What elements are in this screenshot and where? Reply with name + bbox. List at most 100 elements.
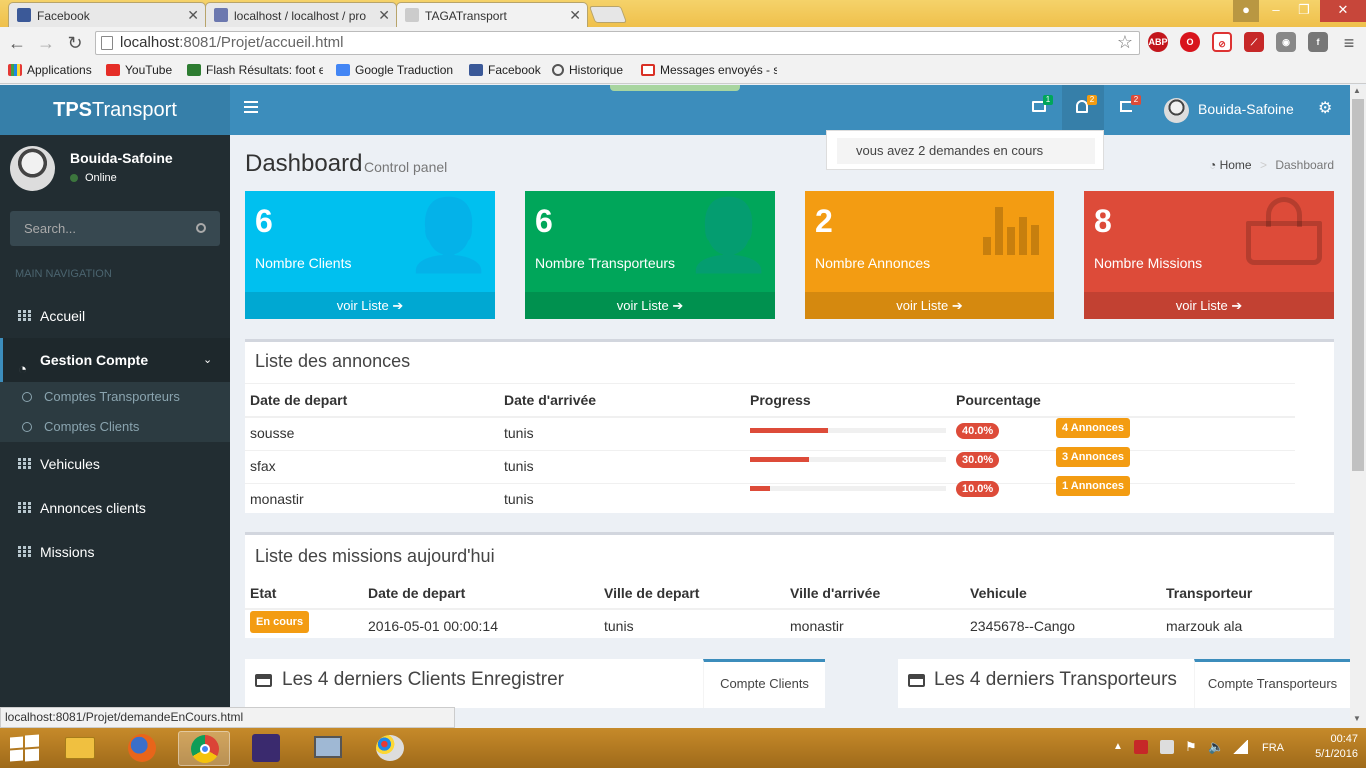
eclipse-icon[interactable] [240, 731, 292, 766]
close-window-button[interactable]: ✕ [1320, 0, 1366, 22]
explorer-icon[interactable] [54, 731, 106, 766]
bookmark-gmail[interactable]: Messages envoyés - s [641, 60, 777, 80]
annonces-count-badge: 3 Annonces [1056, 447, 1130, 467]
tray-volume-icon[interactable]: 🔈 [1208, 739, 1224, 755]
app-logo[interactable]: TPSTransport [0, 85, 230, 135]
new-tab-button[interactable] [588, 6, 628, 23]
user-plus-icon: 👤 [405, 196, 493, 274]
sidebar-item-gestion-compte[interactable]: ◔ Gestion Compte ⌄ [0, 338, 230, 382]
tab-title: TAGATransport [425, 9, 507, 23]
windows-start-icon[interactable] [10, 734, 40, 762]
sidebar-subitem-comptes-clients[interactable]: Comptes Clients [0, 412, 230, 442]
header-avatar[interactable] [1164, 98, 1189, 123]
column-header: Pourcentage [956, 392, 1041, 408]
grid-icon [18, 546, 31, 558]
scroll-down-icon[interactable]: ▼ [1353, 714, 1361, 723]
online-dot-icon [70, 174, 78, 182]
sidebar-item-vehicules[interactable]: Vehicules [0, 442, 230, 486]
facebook-ext-icon[interactable]: f [1308, 32, 1328, 52]
cell-transporteur: marzouk ala [1166, 618, 1243, 634]
bookmark-historique[interactable]: Historique [552, 60, 623, 80]
sidebar-subitem-comptes-transporteurs[interactable]: Comptes Transporteurs [0, 382, 230, 412]
bookmark-facebook[interactable]: Facebook [469, 60, 541, 80]
bookmark-applications[interactable]: Applications [8, 60, 92, 80]
column-header: Transporteur [1166, 585, 1253, 601]
adblock-icon[interactable]: ABP [1148, 32, 1168, 52]
reload-icon[interactable]: ↻ [64, 32, 86, 54]
breadcrumb-current: Dashboard [1275, 158, 1335, 172]
stat-label: Nombre Annonces [815, 255, 931, 271]
sidebar-item-annonces-clients[interactable]: Annonces clients [0, 486, 230, 530]
voir-liste-link[interactable]: voir Liste ➔ [805, 292, 1054, 319]
menu-icon[interactable]: ≡ [1338, 32, 1360, 54]
stat-box-missions: 8 Nombre Missions voir Liste ➔ [1084, 191, 1334, 319]
tray-expand-icon[interactable]: ▲ [1113, 741, 1123, 752]
column-header: Date de depart [250, 392, 348, 408]
scroll-up-icon[interactable]: ▲ [1353, 86, 1361, 95]
voir-liste-link[interactable]: voir Liste ➔ [525, 292, 775, 319]
user-plus-icon: 👤 [685, 196, 773, 274]
stat-value: 6 [255, 203, 273, 239]
sidebar-item-missions[interactable]: Missions [0, 530, 230, 574]
minimize-button[interactable]: – [1262, 0, 1290, 22]
sidebar-toggle-icon[interactable] [244, 101, 258, 113]
column-header: Date d'arrivée [504, 392, 597, 408]
pdf-icon[interactable]: ⟋ [1244, 32, 1264, 52]
voir-liste-link[interactable]: voir Liste ➔ [245, 292, 495, 319]
forward-icon[interactable]: → [35, 32, 57, 54]
bookmark-google-traduction[interactable]: Google Traduction [336, 60, 453, 80]
column-header: Etat [250, 585, 277, 601]
tray-language[interactable]: FRA [1262, 742, 1284, 754]
cell-date: 2016-05-01 00:00:14 [368, 618, 498, 634]
bell-count: 2 [1087, 95, 1097, 105]
mail-count: 1 [1043, 95, 1053, 105]
block-icon[interactable]: ⊘ [1212, 32, 1232, 52]
star-icon[interactable]: ☆ [1117, 31, 1133, 53]
column-header: Ville d'arrivée [790, 585, 881, 601]
tab-phpmyadmin[interactable]: localhost / localhost / pro ✕ [205, 2, 397, 27]
tab-tagatransport[interactable]: TAGATransport ✕ [396, 2, 588, 27]
tray-flag-icon[interactable]: ⚑ [1185, 739, 1197, 755]
clock-date: 5/1/2016 [1315, 748, 1358, 760]
search-input[interactable]: Search... [10, 211, 220, 246]
tab-compte-clients[interactable]: Compte Clients [703, 659, 825, 708]
monitor-icon[interactable] [302, 731, 354, 766]
tray-signal-icon[interactable] [1232, 740, 1248, 754]
maximize-button[interactable]: ❐ [1290, 0, 1318, 22]
bookmark-youtube[interactable]: YouTube [106, 60, 172, 80]
tray-pdf-icon[interactable] [1134, 740, 1148, 754]
header-username[interactable]: Bouida-Safoine [1198, 101, 1294, 117]
user-icon[interactable]: ● [1233, 0, 1259, 22]
grid-icon [18, 458, 31, 470]
bookmark-flash[interactable]: Flash Résultats: foot e [187, 60, 323, 80]
scrollbar-thumb[interactable] [1352, 99, 1364, 471]
sidebar-item-accueil[interactable]: Accueil [0, 294, 230, 338]
close-icon[interactable]: ✕ [569, 7, 581, 24]
tray-network-icon[interactable] [1160, 740, 1174, 754]
chrome-icon[interactable] [178, 731, 230, 766]
cell-arrivee: tunis [504, 458, 534, 474]
close-icon[interactable]: ✕ [378, 7, 390, 24]
tab-title: Facebook [37, 9, 90, 23]
screenshot-icon[interactable]: ◉ [1276, 32, 1296, 52]
flag-count: 2 [1131, 95, 1141, 105]
table-row [245, 451, 1295, 484]
annonces-panel: Liste des annonces Date de depart Date d… [245, 339, 1334, 513]
search-icon[interactable] [196, 223, 206, 233]
breadcrumb-home[interactable]: Home [1220, 158, 1252, 172]
voir-liste-link[interactable]: voir Liste ➔ [1084, 292, 1334, 319]
scrollbar[interactable]: ▲ ▼ [1350, 85, 1366, 728]
back-icon[interactable]: ← [6, 32, 28, 54]
transporteurs-panel: Les 4 derniers Transporteurs Compte Tran… [898, 659, 1350, 708]
tab-compte-transporteurs[interactable]: Compte Transporteurs [1194, 659, 1350, 708]
paint-icon[interactable] [364, 731, 416, 766]
opera-icon[interactable]: O [1180, 32, 1200, 52]
gears-icon[interactable]: ⚙ [1318, 98, 1332, 118]
close-icon[interactable]: ✕ [187, 7, 199, 24]
grid-icon [18, 310, 31, 322]
firefox-icon[interactable] [116, 731, 168, 766]
tray-clock[interactable]: 00:47 5/1/2016 [1296, 733, 1358, 760]
notification-item[interactable]: vous avez 2 demandes en cours [837, 138, 1095, 164]
tab-facebook[interactable]: Facebook ✕ [8, 2, 206, 27]
address-bar[interactable]: localhost:8081/Projet/accueil.html ☆ [95, 31, 1140, 55]
